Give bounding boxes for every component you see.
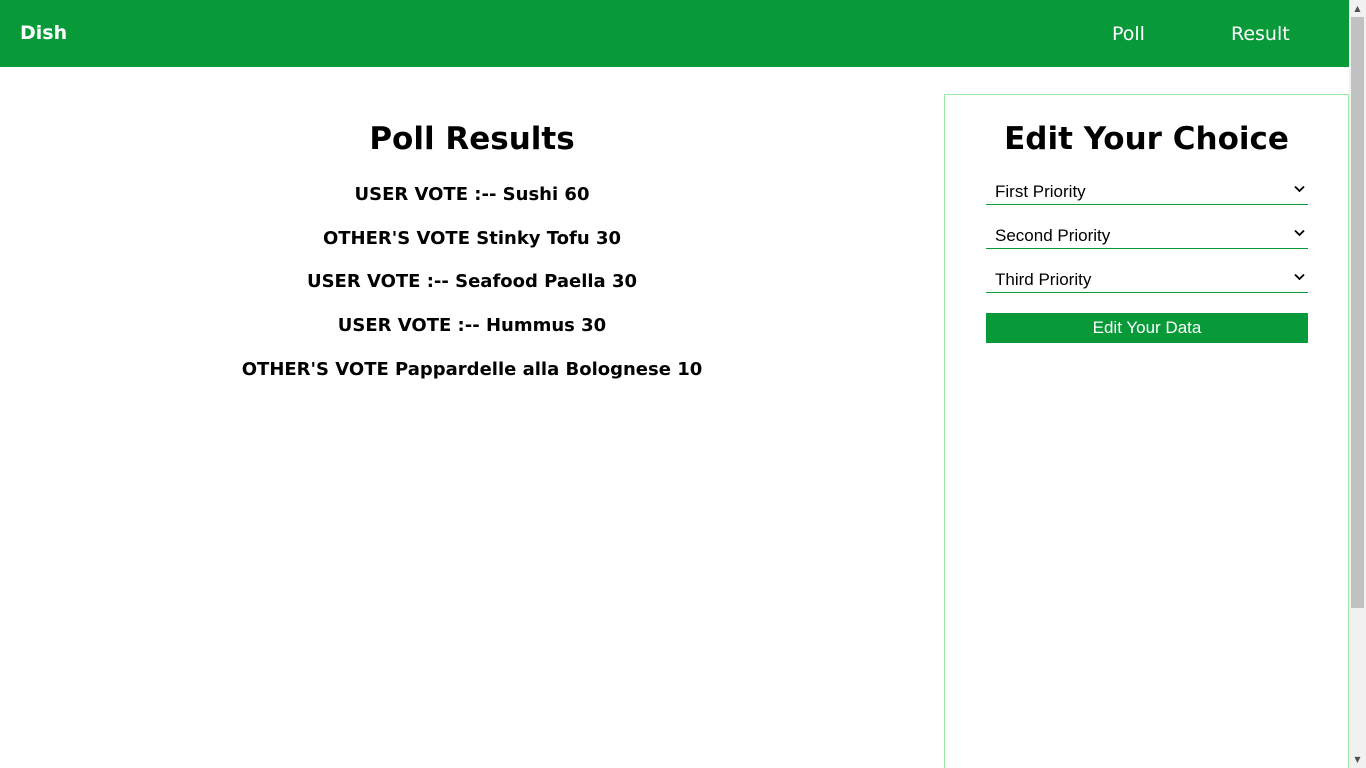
chevron-down-icon <box>1294 225 1305 240</box>
edit-choice-panel: Edit Your Choice First Priority Second P… <box>944 94 1349 768</box>
chevron-down-icon <box>1294 181 1305 196</box>
edit-choice-title: Edit Your Choice <box>1004 121 1289 157</box>
vertical-scrollbar[interactable]: ▲ ▼ <box>1349 0 1366 768</box>
vote-item: USER VOTE :-- Sushi 60 <box>354 184 590 205</box>
scrollbar-thumb[interactable] <box>1351 17 1364 608</box>
nav-result-link[interactable]: Result <box>1231 23 1290 45</box>
scroll-down-icon[interactable]: ▼ <box>1349 751 1366 768</box>
vote-item: USER VOTE :-- Hummus 30 <box>337 315 607 337</box>
nav-poll-link[interactable]: Poll <box>1112 23 1145 45</box>
vote-list: USER VOTE :-- Sushi 60 OTHER'S VOTE Stin… <box>0 183 944 401</box>
scroll-up-icon[interactable]: ▲ <box>1349 0 1366 17</box>
brand-link[interactable]: Dish <box>20 22 67 44</box>
second-priority-select[interactable]: Second Priority <box>986 224 1308 249</box>
navbar: Dish Poll Result <box>0 0 1349 67</box>
edit-your-data-button[interactable]: Edit Your Data <box>986 313 1308 343</box>
chevron-down-icon <box>1294 269 1305 284</box>
first-priority-select[interactable]: First Priority <box>986 180 1308 205</box>
second-priority-value: Second Priority <box>995 226 1111 245</box>
vote-item: OTHER'S VOTE Pappardelle alla Bolognese … <box>241 358 703 380</box>
vote-item: OTHER'S VOTE Stinky Tofu 30 <box>322 227 622 249</box>
poll-results-title: Poll Results <box>369 121 575 157</box>
vote-item: USER VOTE :-- Seafood Paella 30 <box>306 271 638 293</box>
third-priority-value: Third Priority <box>995 270 1092 289</box>
third-priority-select[interactable]: Third Priority <box>986 268 1308 293</box>
first-priority-value: First Priority <box>995 182 1086 201</box>
poll-results-section: Poll Results USER VOTE :-- Sushi 60 OTHE… <box>0 67 944 768</box>
